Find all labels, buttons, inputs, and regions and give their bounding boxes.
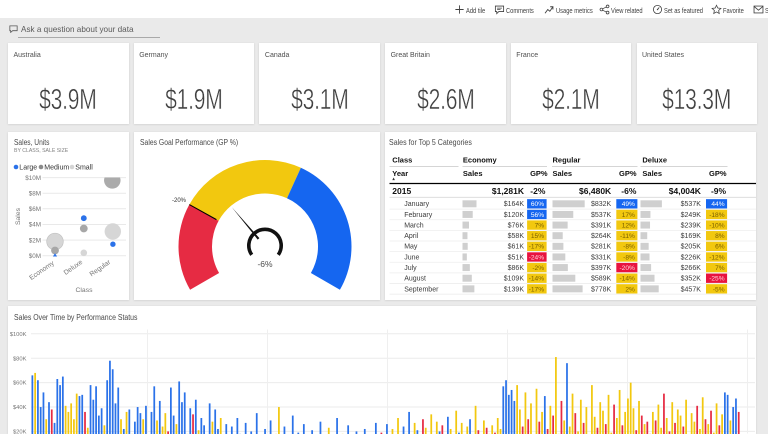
svg-text:$80K: $80K (13, 356, 27, 362)
svg-text:$205K: $205K (680, 243, 701, 250)
svg-text:$139K: $139K (503, 286, 524, 293)
svg-text:Sales: Sales (642, 168, 662, 177)
svg-text:February: February (404, 211, 433, 218)
svg-text:56%: 56% (530, 211, 543, 218)
svg-text:2%: 2% (625, 286, 635, 293)
svg-text:GP%: GP% (530, 168, 548, 177)
svg-text:$281K: $281K (590, 243, 611, 250)
svg-text:44%: 44% (711, 201, 724, 208)
svg-text:Economy: Economy (462, 155, 497, 164)
svg-text:$164K: $164K (503, 201, 524, 208)
svg-text:-17%: -17% (528, 286, 544, 293)
svg-text:49%: 49% (621, 201, 634, 208)
svg-text:-9%: -9% (710, 186, 726, 196)
svg-text:-10%: -10% (709, 222, 725, 229)
svg-text:-11%: -11% (619, 233, 634, 240)
svg-text:$1,281K: $1,281K (491, 186, 524, 196)
svg-text:$6M: $6M (29, 206, 41, 213)
svg-text:September: September (404, 286, 439, 293)
svg-text:$120K: $120K (503, 211, 524, 218)
svg-text:$391K: $391K (590, 222, 611, 229)
svg-text:15%: 15% (530, 233, 543, 240)
svg-text:$264K: $264K (590, 233, 611, 240)
svg-text:7%: 7% (715, 264, 725, 271)
svg-text:June: June (404, 254, 419, 261)
svg-text:$58K: $58K (507, 233, 524, 240)
svg-text:-6%: -6% (257, 258, 273, 268)
svg-text:-8%: -8% (623, 243, 635, 250)
svg-text:$169K: $169K (680, 233, 701, 240)
svg-text:$4,004K: $4,004K (668, 186, 701, 196)
svg-text:$239K: $239K (680, 222, 701, 229)
svg-text:-8%: -8% (623, 254, 635, 261)
svg-text:-14%: -14% (619, 275, 635, 282)
svg-text:$832K: $832K (590, 201, 611, 208)
svg-text:Regular: Regular (552, 155, 580, 164)
svg-text:$76K: $76K (507, 222, 524, 229)
svg-text:$537K: $537K (680, 201, 701, 208)
svg-text:$8M: $8M (29, 190, 41, 197)
svg-text:$86K: $86K (507, 264, 524, 271)
svg-text:$10M: $10M (25, 174, 41, 181)
svg-text:-6%: -6% (621, 186, 637, 196)
svg-text:$352K: $352K (680, 275, 701, 282)
svg-text:-24%: -24% (528, 254, 544, 261)
svg-text:Deluxe: Deluxe (642, 155, 667, 164)
svg-text:60%: 60% (530, 201, 543, 208)
svg-text:$2M: $2M (29, 237, 41, 244)
svg-text:-20%: -20% (619, 264, 635, 271)
svg-text:12%: 12% (621, 222, 634, 229)
svg-text:-12%: -12% (709, 254, 725, 261)
svg-text:$457K: $457K (680, 286, 701, 293)
svg-text:$589K: $589K (590, 275, 611, 282)
svg-text:6%: 6% (715, 243, 725, 250)
svg-text:$6,480K: $6,480K (579, 186, 612, 196)
svg-text:GP%: GP% (709, 168, 727, 177)
svg-text:May: May (404, 243, 418, 250)
svg-text:7%: 7% (534, 222, 544, 229)
svg-text:-14%: -14% (528, 275, 544, 282)
svg-text:-25%: -25% (709, 275, 725, 282)
svg-text:-18%: -18% (709, 211, 725, 218)
svg-text:August: August (404, 275, 426, 282)
svg-text:$100K: $100K (10, 331, 27, 337)
svg-text:$51K: $51K (507, 254, 524, 261)
svg-text:$60K: $60K (13, 380, 27, 386)
svg-text:-20%: -20% (172, 197, 187, 203)
svg-text:April: April (404, 233, 418, 240)
svg-text:January: January (404, 201, 429, 208)
svg-text:8%: 8% (715, 233, 725, 240)
svg-text:-5%: -5% (712, 286, 724, 293)
svg-text:-2%: -2% (530, 186, 546, 196)
svg-text:Sales: Sales (15, 207, 22, 225)
svg-text:2015: 2015 (392, 186, 411, 196)
svg-text:$0M: $0M (29, 252, 41, 259)
svg-text:-17%: -17% (528, 243, 544, 250)
svg-text:Deluxe: Deluxe (63, 258, 85, 276)
svg-text:$778K: $778K (590, 286, 611, 293)
svg-text:17%: 17% (621, 211, 634, 218)
svg-text:July: July (404, 264, 417, 271)
svg-text:Sales: Sales (552, 168, 572, 177)
svg-text:-2%: -2% (532, 264, 544, 271)
svg-text:$4M: $4M (29, 221, 41, 228)
svg-text:$537K: $537K (590, 211, 611, 218)
svg-text:$61K: $61K (507, 243, 524, 250)
svg-text:Class: Class (392, 155, 412, 164)
svg-text:$249K: $249K (680, 211, 701, 218)
svg-text:GP%: GP% (619, 168, 637, 177)
svg-text:March: March (404, 222, 424, 229)
svg-text:Sales: Sales (462, 168, 482, 177)
svg-text:$397K: $397K (590, 264, 611, 271)
svg-text:$40K: $40K (13, 405, 27, 411)
svg-text:Regular: Regular (89, 258, 113, 278)
svg-text:$331K: $331K (590, 254, 611, 261)
svg-text:Year: Year (392, 168, 408, 177)
svg-text:$226K: $226K (680, 254, 701, 261)
svg-text:$266K: $266K (680, 264, 701, 271)
svg-text:$109K: $109K (503, 275, 524, 282)
svg-text:Class: Class (76, 287, 94, 294)
svg-text:Economy: Economy (28, 259, 56, 281)
